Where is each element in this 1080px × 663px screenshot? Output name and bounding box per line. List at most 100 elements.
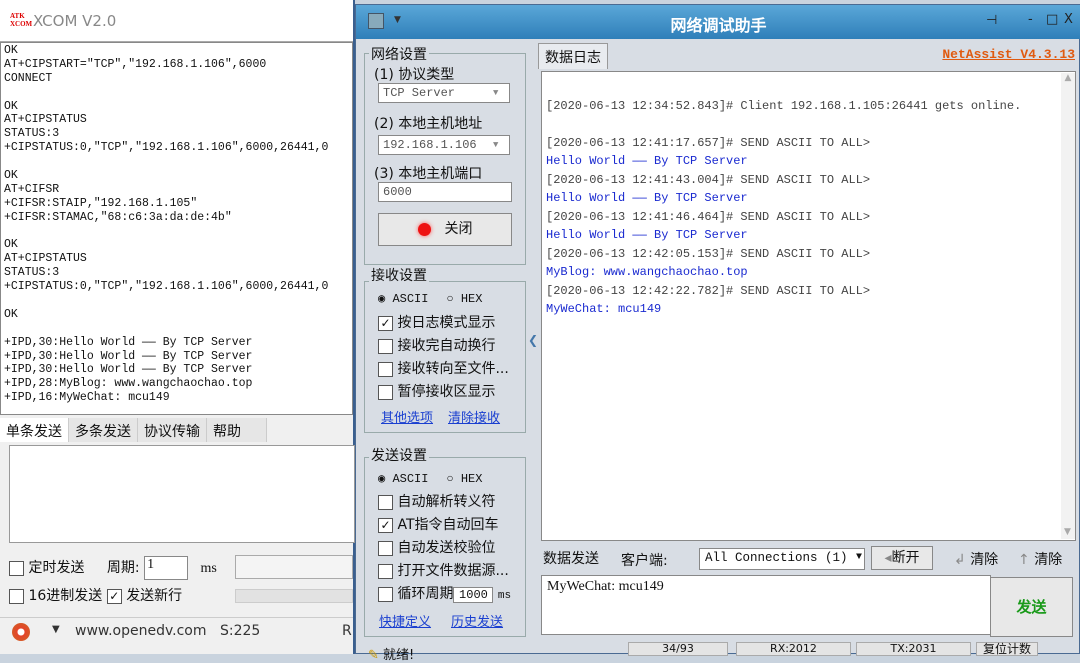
receive-line: AT+CIPSTATUS xyxy=(4,113,87,127)
tab-data-send[interactable]: 数据发送 xyxy=(543,548,599,568)
log-line: Hello World —— By TCP Server xyxy=(546,154,748,168)
loop-checkbox[interactable] xyxy=(378,586,393,602)
option-recv_opts-0[interactable]: ✓ 按日志模式显示 xyxy=(378,312,509,335)
net-settings-title: 网络设置 xyxy=(369,44,429,64)
tab-multi-send[interactable]: 多条发送 xyxy=(69,418,138,442)
loop-period-input[interactable]: 1000 xyxy=(453,587,494,603)
version-link[interactable]: NetAssist V4.3.13 xyxy=(942,47,1075,62)
host-label: (2) 本地主机地址 xyxy=(374,116,483,132)
record-icon[interactable] xyxy=(12,623,30,641)
port-input[interactable]: 6000 xyxy=(378,182,512,202)
xcom-title: XCOM V2.0 xyxy=(33,12,117,30)
radio-send-hex[interactable]: ○ HEX xyxy=(446,472,482,486)
shortcut-link[interactable]: 快捷定义 xyxy=(379,611,431,630)
progress-bar xyxy=(235,589,353,603)
checkbox[interactable] xyxy=(378,563,393,579)
xcom-status-bar: ▼ www.openedv.com S:225 R xyxy=(0,617,353,649)
radio-hex[interactable]: ○ HEX xyxy=(446,292,482,306)
option-recv_opts-3[interactable]: 暂停接收区显示 xyxy=(378,381,509,404)
data-log-area[interactable]: [2020-06-13 12:34:52.843]# Client 192.16… xyxy=(541,71,1076,541)
checkbox[interactable] xyxy=(378,540,393,556)
dropdown-icon[interactable]: ▼ xyxy=(52,624,60,635)
send-input[interactable]: MyWeChat: mcu149 xyxy=(541,575,991,635)
netassist-window: ▼ 网络调试助手 ⊣ - □ X 网络设置 (1) 协议类型 TCP Serve… xyxy=(355,4,1080,663)
hex-send-label: 16进制发送 xyxy=(28,588,103,604)
sent-count: S:225 xyxy=(220,623,261,639)
receive-line: STATUS:3 xyxy=(4,266,60,280)
xcom-send-input[interactable] xyxy=(9,445,355,543)
log-line: MyWeChat: mcu149 xyxy=(546,302,662,316)
send-newline-label: 发送新行 xyxy=(126,588,183,604)
minimize-icon[interactable]: - xyxy=(1028,12,1033,27)
receive-line: +IPD,30:Hello World —— By TCP Server xyxy=(4,349,253,363)
receive-line: OK xyxy=(4,99,18,113)
checkbox[interactable] xyxy=(378,494,393,510)
more-options-link[interactable]: 其他选项 xyxy=(381,407,433,426)
status-led-icon xyxy=(417,222,431,236)
radio-send-ascii[interactable]: ◉ ASCII xyxy=(378,472,428,486)
receive-line xyxy=(4,225,349,239)
tab-help[interactable]: 帮助 xyxy=(207,418,267,442)
disconnect-button[interactable]: ◂断开 xyxy=(871,546,933,570)
timed-send-row: 定时发送 周期: 1 ms xyxy=(9,556,217,580)
chevron-down-icon: ▼ xyxy=(855,552,862,563)
checkbox[interactable]: ✓ xyxy=(378,315,393,331)
collapse-arrow-icon[interactable]: ❮ xyxy=(528,333,538,347)
protocol-select[interactable]: TCP Server ▼ xyxy=(378,83,510,103)
xcom-receive-area[interactable]: OK AT+CIPSTART="TCP","192.168.1.106",6000… xyxy=(0,42,353,415)
receive-line: OK xyxy=(4,169,18,183)
close-connection-button[interactable]: 关闭 xyxy=(378,213,512,246)
pin-icon[interactable]: ⊣ xyxy=(986,13,997,28)
chevron-down-icon: ▼ xyxy=(493,140,499,150)
checkbox[interactable] xyxy=(378,361,393,377)
option-send_opts-0[interactable]: 自动解析转义符 xyxy=(378,491,509,514)
recv-settings-title: 接收设置 xyxy=(369,265,429,285)
send-button[interactable]: 发送 xyxy=(990,577,1073,637)
log-line: [2020-06-13 12:41:46.464]# SEND ASCII TO… xyxy=(546,209,871,224)
receive-line: OK xyxy=(4,238,18,252)
maximize-icon[interactable]: □ xyxy=(1046,12,1058,27)
log-scrollbar[interactable]: ▲ ▼ xyxy=(1061,73,1075,539)
receive-line xyxy=(4,322,349,336)
checkbox[interactable] xyxy=(378,384,393,400)
send-options: 自动解析转义符 ✓ AT指令自动回车 自动发送校验位 打开文件数据源... xyxy=(378,491,509,583)
netassist-title: 网络调试助手 xyxy=(670,16,767,35)
client-select[interactable]: All Connections (1) ▼ xyxy=(699,548,865,570)
checkbox[interactable]: ✓ xyxy=(378,517,393,533)
tab-data-log[interactable]: 数据日志 xyxy=(538,43,608,69)
radio-ascii[interactable]: ◉ ASCII xyxy=(378,292,428,306)
receive-line: +CIFSR:STAIP,"192.168.1.105" xyxy=(4,196,198,210)
hex-send-checkbox[interactable] xyxy=(9,588,24,604)
clear-recv-link[interactable]: 清除接收 xyxy=(448,407,500,426)
log-line: [2020-06-13 12:41:43.004]# SEND ASCII TO… xyxy=(546,172,871,187)
send-newline-checkbox[interactable]: ✓ xyxy=(106,588,122,604)
clear-recv-button[interactable]: ↲ 清除 xyxy=(954,549,998,569)
xcom-tabs: 单条发送 多条发送 协议传输 帮助 xyxy=(0,418,267,442)
option-recv_opts-1[interactable]: 接收完自动换行 xyxy=(378,335,509,358)
history-link[interactable]: 历史发送 xyxy=(451,611,503,630)
timed-send-checkbox[interactable] xyxy=(9,560,24,576)
clear-send-button[interactable]: ↑ 清除 xyxy=(1018,549,1062,569)
log-line: [2020-06-13 12:41:17.657]# SEND ASCII TO… xyxy=(546,135,871,150)
period-label: 周期: xyxy=(106,560,140,576)
receive-line: OK xyxy=(4,307,18,321)
close-icon[interactable]: X xyxy=(1064,12,1073,27)
checkbox[interactable] xyxy=(378,338,393,354)
option-send_opts-1[interactable]: ✓ AT指令自动回车 xyxy=(378,514,509,537)
host-select[interactable]: 192.168.1.106 ▼ xyxy=(378,135,510,155)
tab-protocol[interactable]: 协议传输 xyxy=(138,418,207,442)
log-line: Hello World —— By TCP Server xyxy=(546,228,748,242)
send-button-area[interactable] xyxy=(235,555,353,579)
log-line: MyBlog: www.wangchaochao.top xyxy=(546,265,748,279)
website-link[interactable]: www.openedv.com xyxy=(75,623,207,639)
option-send_opts-2[interactable]: 自动发送校验位 xyxy=(378,537,509,560)
clear-up-icon: ↑ xyxy=(1018,552,1030,568)
period-input[interactable]: 1 xyxy=(144,556,189,580)
client-label: 客户端: xyxy=(621,553,668,569)
option-recv_opts-2[interactable]: 接收转向至文件... xyxy=(378,358,509,381)
option-send_opts-3[interactable]: 打开文件数据源... xyxy=(378,560,509,583)
receive-line: STATUS:3 xyxy=(4,127,60,141)
tab-single-send[interactable]: 单条发送 xyxy=(0,418,69,442)
